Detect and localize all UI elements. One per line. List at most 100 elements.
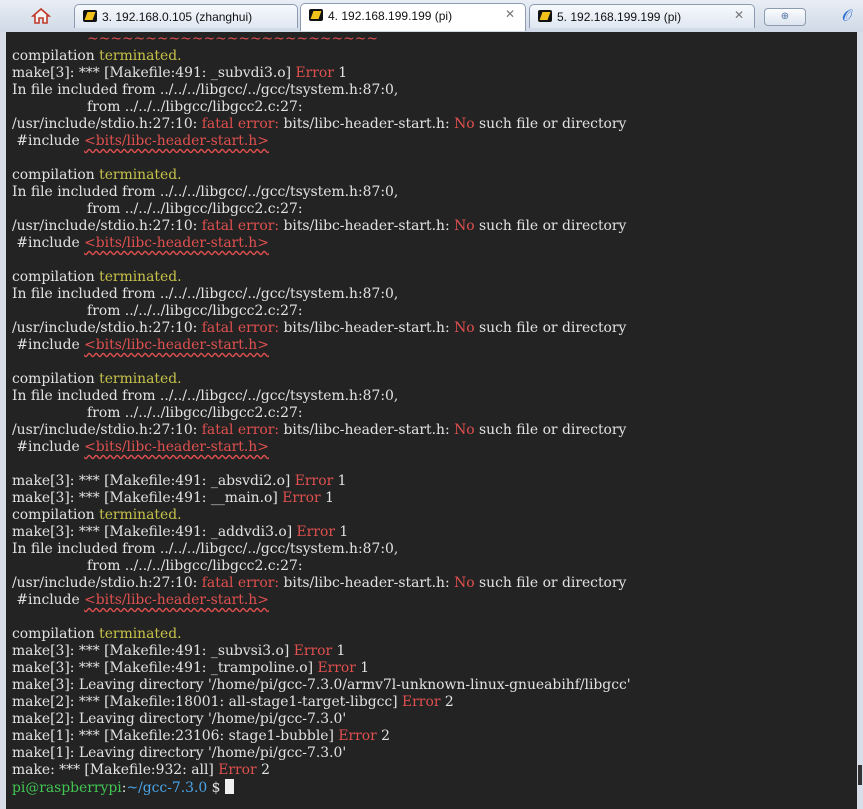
- error-text: Error: [402, 694, 441, 710]
- home-icon: [31, 7, 51, 24]
- line-text: #include: [12, 235, 85, 251]
- line-text: 1: [320, 490, 334, 506]
- error-text: Error: [218, 762, 257, 778]
- line-text: make[1]: Leaving directory '/home/pi/gcc…: [12, 745, 347, 761]
- terminal-line: from ../../../libgcc/libgcc2.c:27:: [12, 558, 631, 575]
- line-text: /usr/include/stdio.h:27:10:: [12, 422, 202, 438]
- error-text: No: [454, 575, 475, 591]
- error-text: Error: [296, 524, 335, 540]
- terminal-line: make[3]: *** [Makefile:491: _subvsi3.o] …: [12, 643, 631, 660]
- line-text: make[3]: *** [Makefile:491: __main.o]: [12, 490, 283, 506]
- line-text: bits/libc-header-start.h:: [279, 422, 455, 438]
- terminal-line: make[2]: Leaving directory '/home/pi/gcc…: [12, 711, 631, 728]
- line-text: from ../../../libgcc/libgcc2.c:27:: [12, 405, 303, 421]
- window-frame-right: [857, 32, 863, 809]
- terminal-line: In file included from ../../../libgcc/..…: [12, 541, 631, 558]
- terminal-line: #include <bits/libc-header-start.h>: [12, 337, 631, 354]
- warning-text: terminated.: [99, 167, 182, 183]
- error-text: No: [454, 320, 475, 336]
- line-text: such file or directory: [474, 116, 627, 132]
- terminal-line: /usr/include/stdio.h:27:10: fatal error:…: [12, 575, 631, 592]
- line-text: 1: [333, 473, 347, 489]
- text-cursor: [224, 779, 234, 794]
- line-text: bits/libc-header-start.h:: [279, 320, 455, 336]
- putty-terminal-icon: [309, 9, 323, 21]
- terminal-line: ~~~~~~~~~~~~~~~~~~~~~~~~~: [12, 32, 631, 48]
- error-text: Error: [295, 65, 334, 81]
- terminal-line: make[3]: *** [Makefile:491: _subvdi3.o] …: [12, 65, 631, 82]
- line-text: 1: [332, 643, 346, 659]
- terminal-line: from ../../../libgcc/libgcc2.c:27:: [12, 303, 631, 320]
- new-tab-button[interactable]: ⊕: [764, 8, 806, 26]
- warning-text: terminated.: [99, 269, 182, 285]
- tab-4[interactable]: 4. 192.168.199.199 (pi) ✕: [300, 3, 526, 31]
- line-text: /usr/include/stdio.h:27:10:: [12, 218, 202, 234]
- tab-5[interactable]: 5. 192.168.199.199 (pi) ✕: [529, 4, 755, 28]
- tab-3[interactable]: 3. 192.168.0.105 (zhanghui): [74, 4, 298, 28]
- line-text: In file included from ../../../libgcc/..…: [12, 286, 399, 302]
- line-text: bits/libc-header-start.h:: [279, 575, 455, 591]
- shell-prompt[interactable]: pi@raspberrypi:~/gcc-7.3.0 $: [12, 779, 234, 796]
- line-text: make[2]: Leaving directory '/home/pi/gcc…: [12, 711, 347, 727]
- line-text: from ../../../libgcc/libgcc2.c:27:: [12, 303, 303, 319]
- terminal-line: make[1]: *** [Makefile:23106: stage1-bub…: [12, 728, 631, 745]
- putty-terminal-icon: [83, 10, 97, 22]
- close-icon[interactable]: ✕: [505, 7, 515, 21]
- line-text: 1: [355, 660, 370, 676]
- line-text: 2: [440, 694, 454, 710]
- warning-text: terminated.: [99, 507, 182, 523]
- error-text: fatal error:: [201, 422, 280, 438]
- line-text: make[3]: *** [Makefile:491: _subvdi3.o]: [12, 65, 296, 81]
- line-text: bits/libc-header-start.h:: [279, 218, 455, 234]
- terminal-line: #include <bits/libc-header-start.h>: [12, 235, 631, 252]
- prompt-path: ~/gcc-7.3.0: [126, 780, 208, 796]
- home-button[interactable]: [28, 5, 54, 27]
- terminal-line: compilation terminated.: [12, 167, 631, 184]
- terminal-line: compilation terminated.: [12, 626, 631, 643]
- line-text: In file included from ../../../libgcc/..…: [12, 388, 399, 404]
- terminal-line: make[1]: Leaving directory '/home/pi/gcc…: [12, 745, 631, 762]
- error-text: No: [454, 116, 475, 132]
- line-text: In file included from ../../../libgcc/..…: [12, 82, 399, 98]
- terminal-line: make[3]: *** [Makefile:491: _addvdi3.o] …: [12, 524, 631, 541]
- warning-text: terminated.: [99, 626, 182, 642]
- line-text: make[2]: *** [Makefile:18001: all-stage1…: [12, 694, 403, 710]
- line-text: such file or directory: [474, 575, 627, 591]
- close-icon[interactable]: ✕: [734, 8, 744, 22]
- line-text: such file or directory: [474, 320, 627, 336]
- terminal-line: In file included from ../../../libgcc/..…: [12, 184, 631, 201]
- terminal-line: /usr/include/stdio.h:27:10: fatal error:…: [12, 320, 631, 337]
- tab-label: 3. 192.168.0.105 (zhanghui): [102, 10, 253, 24]
- line-text: /usr/include/stdio.h:27:10:: [12, 320, 202, 336]
- terminal-line: /usr/include/stdio.h:27:10: fatal error:…: [12, 218, 631, 235]
- tab-label: 5. 192.168.199.199 (pi): [557, 10, 682, 24]
- line-text: ~~~~~~~~~~~~~~~~~~~~~~~~~: [12, 32, 379, 47]
- line-text: make: *** [Makefile:932: all]: [12, 762, 219, 778]
- terminal-line: #include <bits/libc-header-start.h>: [12, 439, 631, 456]
- error-text: fatal error:: [201, 575, 280, 591]
- putty-terminal-icon: [538, 10, 552, 22]
- line-text: #include: [12, 337, 85, 353]
- terminal-line: #include <bits/libc-header-start.h>: [12, 592, 631, 609]
- line-text: In file included from ../../../libgcc/..…: [12, 541, 399, 557]
- line-text: 1: [333, 65, 348, 81]
- paperclip-icon[interactable]: 𝒪: [842, 6, 852, 26]
- terminal-line: In file included from ../../../libgcc/..…: [12, 82, 631, 99]
- line-text: such file or directory: [474, 422, 627, 438]
- terminal-line: make: *** [Makefile:932: all] Error 2: [12, 762, 631, 779]
- terminal-line: compilation terminated.: [12, 507, 631, 524]
- prompt-symbol: $: [207, 780, 225, 796]
- line-text: make[3]: *** [Makefile:491: _trampoline.…: [12, 660, 318, 676]
- terminal-output[interactable]: ~~~~~~~~~~~~~~~~~~~~~~~~~ compilation ter…: [6, 32, 857, 809]
- error-text: Error: [282, 490, 321, 506]
- include-path: <bits/libc-header-start.h>: [84, 439, 269, 455]
- error-text: Error: [317, 660, 356, 676]
- scrollbar-thumb[interactable]: [858, 765, 862, 785]
- warning-text: terminated.: [99, 371, 182, 387]
- terminal-line: compilation terminated.: [12, 371, 631, 388]
- include-path: <bits/libc-header-start.h>: [84, 592, 269, 608]
